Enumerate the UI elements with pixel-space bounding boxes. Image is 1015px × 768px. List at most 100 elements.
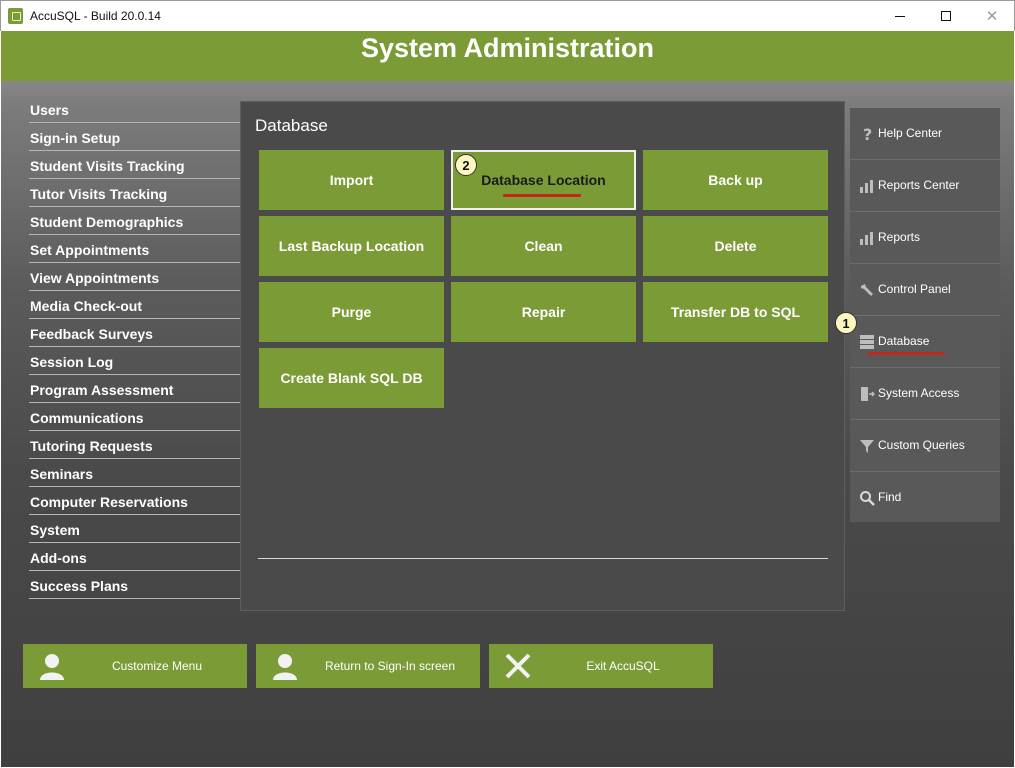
right-nav-label: Find xyxy=(878,490,902,504)
door-icon xyxy=(861,387,875,401)
right-nav-item-control-panel[interactable]: Control Panel xyxy=(850,264,1000,316)
clean-button[interactable]: Clean xyxy=(451,216,636,276)
tile-label: Purge xyxy=(331,304,372,320)
right-nav-label: Database xyxy=(878,334,930,348)
exit-accusql-label: Exit AccuSQL xyxy=(586,659,660,673)
magnifier-icon xyxy=(860,491,875,506)
left-nav-label: Feedback Surveys xyxy=(30,326,153,342)
app-client-area: System Administration Users Sign-in Setu… xyxy=(1,31,1014,767)
step-2-underline xyxy=(503,194,581,197)
right-nav-label: Help Center xyxy=(878,126,943,140)
left-nav-label: Communications xyxy=(30,410,144,426)
last-backup-location-button[interactable]: Last Backup Location xyxy=(259,216,444,276)
left-nav-item-system[interactable]: System xyxy=(29,515,241,543)
right-nav-label: Reports xyxy=(878,230,921,244)
left-nav-item-add-ons[interactable]: Add-ons xyxy=(29,543,241,571)
create-blank-sql-db-button[interactable]: Create Blank SQL DB xyxy=(259,348,444,408)
window-title: AccuSQL - Build 20.0.14 xyxy=(30,9,161,23)
customize-menu-label: Customize Menu xyxy=(111,659,203,673)
tile-label: Database Location xyxy=(481,172,606,188)
left-nav-item-program-assessment[interactable]: Program Assessment xyxy=(29,375,241,403)
left-nav-label: Computer Reservations xyxy=(30,494,188,510)
left-nav-item-view-appointments[interactable]: View Appointments xyxy=(29,263,241,291)
left-nav-item-feedback-surveys[interactable]: Feedback Surveys xyxy=(29,319,241,347)
right-nav-label: Custom Queries xyxy=(878,438,965,452)
left-nav-item-tutoring-requests[interactable]: Tutoring Requests xyxy=(29,431,241,459)
left-nav-item-success-plans[interactable]: Success Plans xyxy=(29,571,241,599)
database-icon xyxy=(860,335,874,349)
right-nav-label: System Access xyxy=(878,386,960,400)
right-nav-item-database[interactable]: Database xyxy=(850,316,1000,368)
left-nav-label: System xyxy=(30,522,80,538)
left-nav-label: Success Plans xyxy=(30,578,129,594)
tile-label: Transfer DB to SQL xyxy=(670,304,801,320)
back-up-button[interactable]: Back up xyxy=(643,150,828,210)
left-nav-label: Student Visits Tracking xyxy=(30,158,185,174)
step-2-marker: 2 xyxy=(455,154,477,176)
tile-label: Back up xyxy=(708,172,763,188)
tile-label: Import xyxy=(329,172,374,188)
left-nav-item-computer-reservations[interactable]: Computer Reservations xyxy=(29,487,241,515)
step-1-underline xyxy=(867,352,945,355)
right-nav-item-help-center[interactable]: ? Help Center xyxy=(850,108,1000,160)
database-location-button[interactable]: Database Location xyxy=(451,150,636,210)
purge-button[interactable]: Purge xyxy=(259,282,444,342)
page-title: System Administration xyxy=(360,33,655,63)
database-panel: Database Import Database Location Back u… xyxy=(240,101,845,611)
panel-title: Database xyxy=(255,116,328,135)
left-nav-item-seminars[interactable]: Seminars xyxy=(29,459,241,487)
right-nav-menu: ? Help Center Reports Center Reports Con… xyxy=(850,108,1000,522)
left-nav-label: Tutor Visits Tracking xyxy=(30,186,168,202)
customize-menu-button[interactable]: Customize Menu xyxy=(23,644,247,688)
left-nav-label: Seminars xyxy=(30,466,94,482)
minimize-button[interactable] xyxy=(877,1,923,31)
right-nav-item-system-access[interactable]: System Access xyxy=(850,368,1000,420)
bar-chart-icon xyxy=(860,232,873,245)
left-nav-label: Session Log xyxy=(30,354,114,370)
question-icon: ? xyxy=(863,126,872,142)
left-nav-label: Tutoring Requests xyxy=(30,438,153,454)
exit-accusql-button[interactable]: Exit AccuSQL xyxy=(489,644,713,688)
transfer-db-to-sql-button[interactable]: Transfer DB to SQL xyxy=(643,282,828,342)
return-to-sign-in-button[interactable]: Return to Sign-In screen xyxy=(256,644,480,688)
left-nav-item-set-appointments[interactable]: Set Appointments xyxy=(29,235,241,263)
left-nav-item-student-visits-tracking[interactable]: Student Visits Tracking xyxy=(29,151,241,179)
filter-icon xyxy=(860,440,874,453)
left-nav-item-session-log[interactable]: Session Log xyxy=(29,347,241,375)
left-nav-label: Add-ons xyxy=(30,550,87,566)
maximize-icon xyxy=(941,11,951,21)
import-button[interactable]: Import xyxy=(259,150,444,210)
close-icon: ✕ xyxy=(985,6,999,25)
step-1-marker: 1 xyxy=(835,312,857,334)
left-nav-item-student-demographics[interactable]: Student Demographics xyxy=(29,207,241,235)
left-nav-label: Student Demographics xyxy=(30,214,184,230)
left-nav-item-communications[interactable]: Communications xyxy=(29,403,241,431)
return-to-sign-in-label: Return to Sign-In screen xyxy=(324,659,456,673)
minimize-icon xyxy=(895,15,905,17)
tile-label: Delete xyxy=(714,238,757,254)
left-nav-item-media-check-out[interactable]: Media Check-out xyxy=(29,291,241,319)
left-nav-label: Program Assessment xyxy=(30,382,174,398)
right-nav-item-reports[interactable]: Reports xyxy=(850,212,1000,264)
right-nav-item-custom-queries[interactable]: Custom Queries xyxy=(850,420,1000,472)
bar-chart-icon xyxy=(860,180,873,193)
delete-button[interactable]: Delete xyxy=(643,216,828,276)
right-nav-item-find[interactable]: Find xyxy=(850,472,1000,524)
maximize-button[interactable] xyxy=(923,1,969,31)
left-nav-label: Users xyxy=(30,102,69,118)
window-titlebar: AccuSQL - Build 20.0.14 ✕ xyxy=(0,0,1015,31)
tile-label: Last Backup Location xyxy=(278,238,425,254)
left-nav-label: Sign-in Setup xyxy=(30,130,121,146)
repair-button[interactable]: Repair xyxy=(451,282,636,342)
right-nav-item-reports-center[interactable]: Reports Center xyxy=(850,160,1000,212)
close-button[interactable]: ✕ xyxy=(969,1,1015,31)
left-nav-menu: Users Sign-in Setup Student Visits Track… xyxy=(29,95,241,599)
left-nav-item-users[interactable]: Users xyxy=(29,95,241,123)
left-nav-item-sign-in-setup[interactable]: Sign-in Setup xyxy=(29,123,241,151)
page-header: System Administration xyxy=(1,31,1014,81)
left-nav-item-tutor-visits-tracking[interactable]: Tutor Visits Tracking xyxy=(29,179,241,207)
tile-label: Clean xyxy=(524,238,563,254)
left-nav-label: Set Appointments xyxy=(30,242,150,258)
panel-divider xyxy=(258,558,828,559)
right-nav-label: Reports Center xyxy=(878,178,960,192)
